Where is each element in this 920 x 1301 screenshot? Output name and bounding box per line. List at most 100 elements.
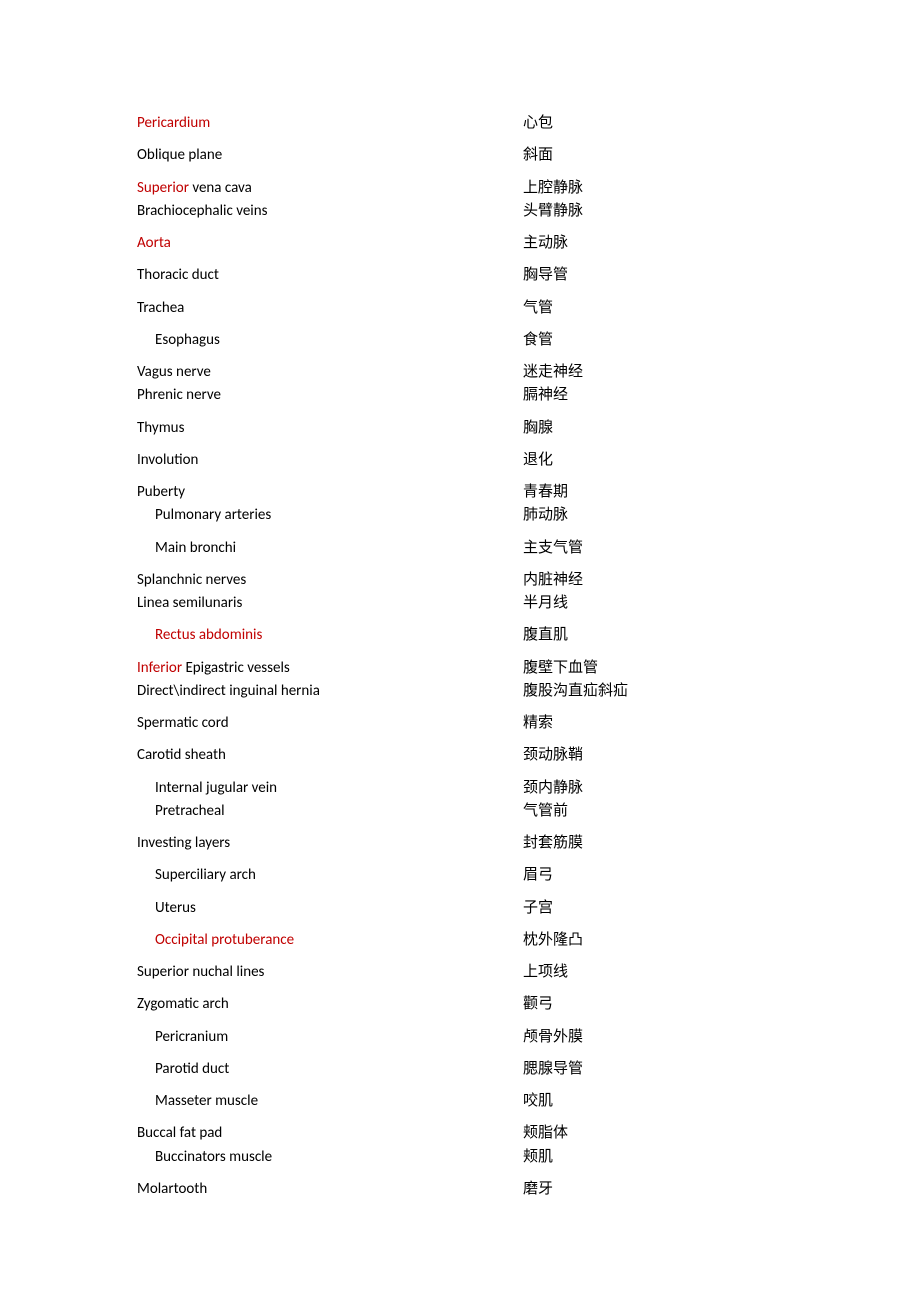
vocab-row: Buccinators muscle颊肌	[137, 1146, 920, 1169]
chinese-term: 子宫	[523, 897, 553, 920]
chinese-term: 眉弓	[523, 864, 553, 887]
chinese-term: 腹壁下血管	[523, 657, 598, 680]
english-term: Inferior Epigastric vessels	[137, 657, 523, 680]
chinese-term: 封套筋膜	[523, 832, 583, 855]
english-term: Vagus nerve	[137, 361, 523, 384]
chinese-term: 枕外隆凸	[523, 929, 583, 952]
vocab-row: Main bronchi主支气管	[137, 537, 920, 560]
chinese-term: 腹股沟直疝斜疝	[523, 680, 628, 703]
english-term: Molartooth	[137, 1178, 523, 1201]
vocab-row: Pericardium心包	[137, 112, 920, 135]
english-term: Parotid duct	[137, 1058, 523, 1081]
english-term: Superciliary arch	[137, 864, 523, 887]
english-term: Pulmonary arteries	[137, 504, 523, 527]
vocab-row: Superior vena cava上腔静脉	[137, 177, 920, 200]
english-term: Thoracic duct	[137, 264, 523, 287]
vocab-row: Superciliary arch眉弓	[137, 864, 920, 887]
english-term: Direct\indirect inguinal hernia	[137, 680, 523, 703]
english-term: Superior vena cava	[137, 177, 523, 200]
vocab-row: Zygomatic arch颧弓	[137, 993, 920, 1016]
chinese-term: 头臂静脉	[523, 200, 583, 223]
english-term: Buccinators muscle	[137, 1146, 523, 1169]
english-term: Zygomatic arch	[137, 993, 523, 1016]
vocab-row: Esophagus食管	[137, 329, 920, 352]
chinese-term: 主支气管	[523, 537, 583, 560]
chinese-term: 半月线	[523, 592, 568, 615]
english-term: Pericardium	[137, 112, 523, 135]
vocab-row: Oblique plane斜面	[137, 144, 920, 167]
english-term: Phrenic nerve	[137, 384, 523, 407]
english-term: Occipital protuberance	[137, 929, 523, 952]
vocab-row: Trachea气管	[137, 297, 920, 320]
chinese-term: 上项线	[523, 961, 568, 984]
english-term: Splanchnic nerves	[137, 569, 523, 592]
vocab-row: Linea semilunaris半月线	[137, 592, 920, 615]
chinese-term: 腮腺导管	[523, 1058, 583, 1081]
vocab-row: Aorta主动脉	[137, 232, 920, 255]
vocab-row: Thymus胸腺	[137, 417, 920, 440]
vocab-row: Pulmonary arteries肺动脉	[137, 504, 920, 527]
vocab-row: Phrenic nerve膈神经	[137, 384, 920, 407]
chinese-term: 斜面	[523, 144, 553, 167]
chinese-term: 颅骨外膜	[523, 1026, 583, 1049]
vocab-row: Vagus nerve迷走神经	[137, 361, 920, 384]
vocab-row: Investing layers封套筋膜	[137, 832, 920, 855]
chinese-term: 上腔静脉	[523, 177, 583, 200]
english-term: Rectus abdominis	[137, 624, 523, 647]
vocab-row: Pericranium颅骨外膜	[137, 1026, 920, 1049]
chinese-term: 主动脉	[523, 232, 568, 255]
english-term: Spermatic cord	[137, 712, 523, 735]
english-term: Internal jugular vein	[137, 777, 523, 800]
vocabulary-list: Pericardium心包Oblique plane斜面Superior ven…	[137, 112, 920, 1201]
vocab-row: Parotid duct腮腺导管	[137, 1058, 920, 1081]
english-term: Buccal fat pad	[137, 1122, 523, 1145]
chinese-term: 颊肌	[523, 1146, 553, 1169]
english-term: Trachea	[137, 297, 523, 320]
english-term: Oblique plane	[137, 144, 523, 167]
chinese-term: 退化	[523, 449, 553, 472]
english-term: Uterus	[137, 897, 523, 920]
chinese-term: 颊脂体	[523, 1122, 568, 1145]
vocab-row: Direct\indirect inguinal hernia腹股沟直疝斜疝	[137, 680, 920, 703]
vocab-row: Masseter muscle咬肌	[137, 1090, 920, 1113]
chinese-term: 迷走神经	[523, 361, 583, 384]
chinese-term: 咬肌	[523, 1090, 553, 1113]
chinese-term: 肺动脉	[523, 504, 568, 527]
english-term: Puberty	[137, 481, 523, 504]
chinese-term: 腹直肌	[523, 624, 568, 647]
chinese-term: 精索	[523, 712, 553, 735]
english-term: Thymus	[137, 417, 523, 440]
chinese-term: 心包	[523, 112, 553, 135]
vocab-row: Internal jugular vein颈内静脉	[137, 777, 920, 800]
vocab-row: Involution退化	[137, 449, 920, 472]
english-term: Pericranium	[137, 1026, 523, 1049]
english-term: Masseter muscle	[137, 1090, 523, 1113]
chinese-term: 气管前	[523, 800, 568, 823]
chinese-term: 胸腺	[523, 417, 553, 440]
english-term: Linea semilunaris	[137, 592, 523, 615]
vocab-row: Molartooth磨牙	[137, 1178, 920, 1201]
chinese-term: 颧弓	[523, 993, 553, 1016]
vocab-row: Uterus子宫	[137, 897, 920, 920]
vocab-row: Superior nuchal lines上项线	[137, 961, 920, 984]
chinese-term: 颈内静脉	[523, 777, 583, 800]
chinese-term: 内脏神经	[523, 569, 583, 592]
vocab-row: Spermatic cord精索	[137, 712, 920, 735]
english-term: Main bronchi	[137, 537, 523, 560]
vocab-row: Thoracic duct胸导管	[137, 264, 920, 287]
english-term: Brachiocephalic veins	[137, 200, 523, 223]
english-term: Pretracheal	[137, 800, 523, 823]
vocab-row: Inferior Epigastric vessels腹壁下血管	[137, 657, 920, 680]
english-term: Aorta	[137, 232, 523, 255]
vocab-row: Carotid sheath颈动脉鞘	[137, 744, 920, 767]
english-term: Superior nuchal lines	[137, 961, 523, 984]
chinese-term: 磨牙	[523, 1178, 553, 1201]
vocab-row: Buccal fat pad颊脂体	[137, 1122, 920, 1145]
vocab-row: Rectus abdominis腹直肌	[137, 624, 920, 647]
chinese-term: 胸导管	[523, 264, 568, 287]
vocab-row: Splanchnic nerves内脏神经	[137, 569, 920, 592]
chinese-term: 气管	[523, 297, 553, 320]
english-term: Involution	[137, 449, 523, 472]
chinese-term: 食管	[523, 329, 553, 352]
english-term: Investing layers	[137, 832, 523, 855]
